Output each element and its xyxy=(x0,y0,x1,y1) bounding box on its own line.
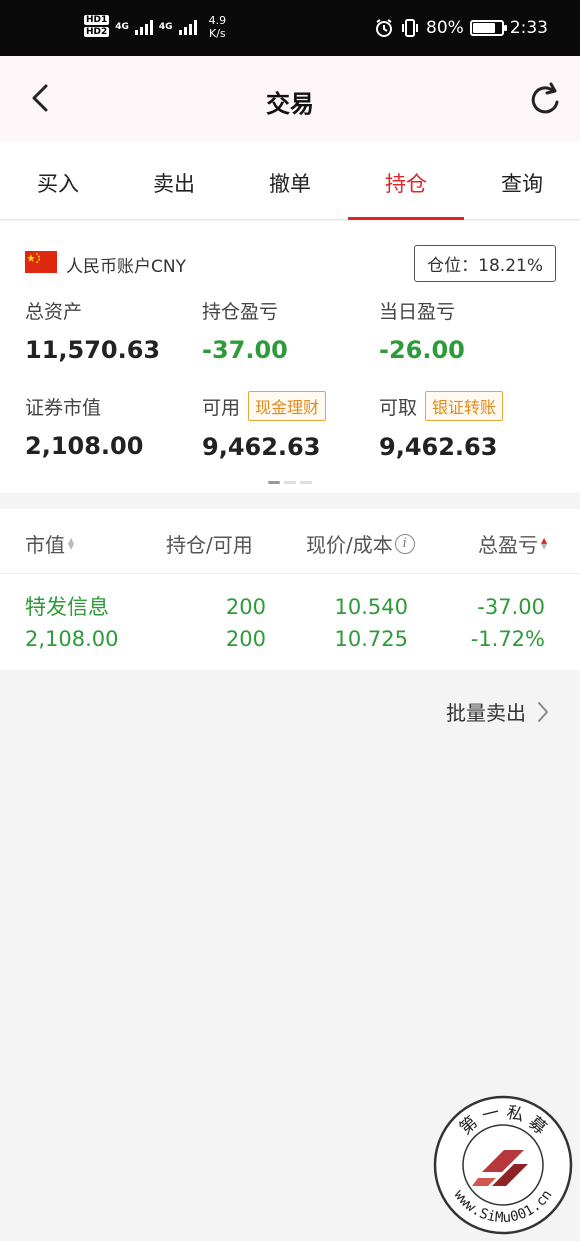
tab-cancel[interactable]: 撤单 xyxy=(232,142,348,219)
market-value-value: 2,108.00 xyxy=(25,432,144,460)
table-row[interactable]: 特发信息 2,108.00 200 200 10.540 10.725 -37.… xyxy=(0,591,580,661)
chevron-right-icon xyxy=(538,701,548,722)
sig2-label: 4G xyxy=(158,22,173,32)
batch-sell-button[interactable]: 批量卖出 xyxy=(446,697,550,726)
hd-indicator: HD1 HD2 xyxy=(84,15,110,39)
available-label-row: 可用 现金理财 xyxy=(202,391,327,421)
holdings-table: 市值 ▲ ▼ 持仓/可用 现价/成本 i 总盈亏 ▲ ▼ 特发信息 2,108.00… xyxy=(0,509,580,670)
withdrawable-label-row: 可取 银证转账 xyxy=(379,391,504,421)
net-speed-unit: K/s xyxy=(209,27,226,40)
china-flag-icon xyxy=(25,251,57,273)
market-value-cell: 证券市值 2,108.00 xyxy=(25,393,143,460)
cash-management-button[interactable]: 现金理财 xyxy=(248,391,327,421)
stock-pnl: -37.00 xyxy=(477,595,545,619)
withdrawable-label: 可取 xyxy=(379,396,418,419)
daily-pnl-value: -26.00 xyxy=(379,336,465,364)
signal-1-icon xyxy=(134,19,153,35)
stock-pnl-pct: -1.72% xyxy=(470,627,545,651)
position-ratio-badge: 仓位：18.21% xyxy=(414,245,556,282)
column-market-value-label: 市值 xyxy=(25,533,65,557)
stock-market-value: 2,108.00 xyxy=(25,627,119,651)
page-indicator xyxy=(268,481,312,484)
status-left: HD1 HD2 4G 4G 4.9 K/s xyxy=(84,14,226,40)
tab-holdings[interactable]: 持仓 xyxy=(348,142,464,220)
account-name: 人民币账户CNY xyxy=(66,257,186,277)
page-dot-3 xyxy=(300,481,312,484)
stock-available: 200 xyxy=(225,627,266,651)
net-speed-value: 4.9 xyxy=(208,14,227,27)
clock: 2:33 xyxy=(509,18,548,38)
market-value-label: 证券市值 xyxy=(25,397,102,419)
total-assets-value: 11,570.63 xyxy=(25,336,161,364)
battery-percent: 80% xyxy=(426,18,464,38)
daily-pnl-label: 当日盈亏 xyxy=(379,301,456,323)
batch-sell-label: 批量卖出 xyxy=(446,701,526,725)
available-cell: 可用 现金理财 9,462.63 xyxy=(202,391,327,461)
page-dot-1 xyxy=(268,481,280,484)
signal-2-icon xyxy=(178,19,197,35)
page-dot-2 xyxy=(284,481,296,484)
sort-icon: ▲ ▼ xyxy=(541,535,548,551)
column-price-cost-label: 现价/成本 xyxy=(306,533,393,557)
battery-icon xyxy=(469,20,507,36)
tab-sell[interactable]: 卖出 xyxy=(116,142,232,219)
status-right: 80% 2:33 xyxy=(374,18,548,38)
stock-name: 特发信息 xyxy=(25,595,109,619)
total-assets-label: 总资产 xyxy=(25,301,83,323)
trade-tabs: 买入 卖出 撤单 持仓 查询 xyxy=(0,142,580,220)
withdrawable-cell: 可取 银证转账 9,462.63 xyxy=(379,391,504,461)
header-divider xyxy=(0,573,580,574)
position-pnl-cell: 持仓盈亏 -37.00 xyxy=(202,297,288,364)
stock-price: 10.540 xyxy=(334,595,408,619)
bank-transfer-button[interactable]: 银证转账 xyxy=(425,391,504,421)
position-pnl-label: 持仓盈亏 xyxy=(202,301,279,323)
vibrate-icon xyxy=(402,19,419,37)
status-bar: HD1 HD2 4G 4G 4.9 K/s 80% 2:33 xyxy=(0,0,580,56)
column-price-cost: 现价/成本 i xyxy=(306,529,415,558)
sig1-label: 4G xyxy=(115,22,129,32)
alarm-icon xyxy=(376,19,393,37)
sort-icon: ▲ ▼ xyxy=(68,535,75,551)
tab-query[interactable]: 查询 xyxy=(464,142,580,219)
position-pnl-value: -37.00 xyxy=(202,336,288,364)
stock-position: 200 xyxy=(225,595,266,619)
watermark-stamp: 第 一 私 募 www.SiMu001.cn xyxy=(433,1095,573,1235)
page-title: 交易 xyxy=(266,90,314,118)
refresh-icon[interactable] xyxy=(526,80,566,120)
available-value: 9,462.63 xyxy=(202,433,321,461)
column-total-pnl[interactable]: 总盈亏 ▲ ▼ xyxy=(478,529,547,558)
column-total-pnl-label: 总盈亏 xyxy=(478,533,538,557)
total-assets-cell: 总资产 11,570.63 xyxy=(25,297,160,364)
column-position: 持仓/可用 xyxy=(166,533,253,557)
hd1-label: HD1 xyxy=(84,15,110,25)
tab-buy[interactable]: 买入 xyxy=(0,142,116,219)
net-speed: 4.9 K/s xyxy=(209,14,227,40)
daily-pnl-cell: 当日盈亏 -26.00 xyxy=(379,297,465,364)
info-icon[interactable]: i xyxy=(394,533,415,554)
stock-cost: 10.725 xyxy=(334,627,408,651)
nav-bar: 交易 xyxy=(0,56,580,142)
withdrawable-value: 9,462.63 xyxy=(379,433,498,461)
column-market-value[interactable]: 市值 ▲ ▼ xyxy=(25,529,74,558)
available-label: 可用 xyxy=(202,396,241,419)
account-summary: 人民币账户CNY 仓位：18.21% 总资产 11,570.63 持仓盈亏 -3… xyxy=(0,221,580,493)
hd2-label: HD2 xyxy=(84,27,110,37)
